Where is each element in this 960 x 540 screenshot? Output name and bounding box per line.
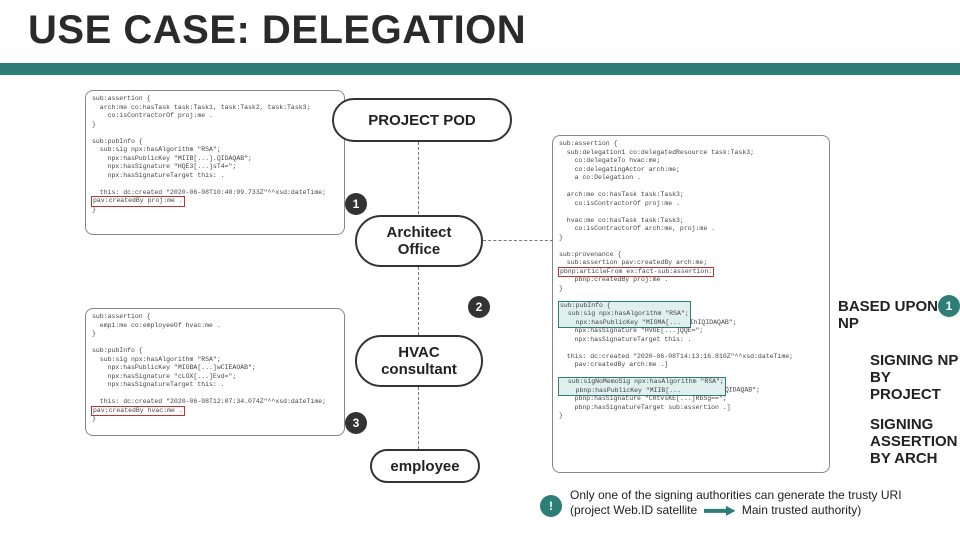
label-signing-arch: SIGNING ASSERTION BY ARCH bbox=[870, 416, 958, 467]
badge-exclamation: ! bbox=[540, 495, 562, 517]
pill-project-pod: PROJECT POD bbox=[332, 98, 512, 142]
title-band bbox=[0, 63, 960, 75]
connector-arch-right bbox=[483, 240, 553, 241]
arrow-right-icon bbox=[704, 506, 736, 516]
codebox-top-left: sub:assertion { arch:me co:hasTask task:… bbox=[85, 90, 345, 235]
slide-title: USE CASE: DELEGATION bbox=[28, 8, 526, 53]
badge-np1: 1 bbox=[938, 295, 960, 317]
label-signing-project: SIGNING NP BY PROJECT bbox=[870, 352, 960, 403]
footer-line1: Only one of the signing authorities can … bbox=[570, 488, 902, 502]
badge-2: 2 bbox=[468, 296, 490, 318]
connector-2 bbox=[418, 267, 419, 335]
pill-employee: employee bbox=[370, 449, 480, 483]
codebox-right: sub:assertion { sub:delegation1 co:deleg… bbox=[552, 135, 830, 473]
footer-note: Only one of the signing authorities can … bbox=[570, 488, 950, 518]
pill-architect-office: Architect Office bbox=[355, 215, 483, 267]
codebox-bottom-left: sub:assertion { emp1:me co:employeeOf hv… bbox=[85, 308, 345, 436]
connector-1 bbox=[418, 142, 419, 214]
footer-line2a: (project Web.ID satellite bbox=[570, 503, 697, 517]
badge-1: 1 bbox=[345, 193, 367, 215]
connector-3 bbox=[418, 387, 419, 449]
footer-line2b: Main trusted authority) bbox=[742, 503, 861, 517]
pill-hvac-consultant: HVAC consultant bbox=[355, 335, 483, 387]
badge-3: 3 bbox=[345, 412, 367, 434]
